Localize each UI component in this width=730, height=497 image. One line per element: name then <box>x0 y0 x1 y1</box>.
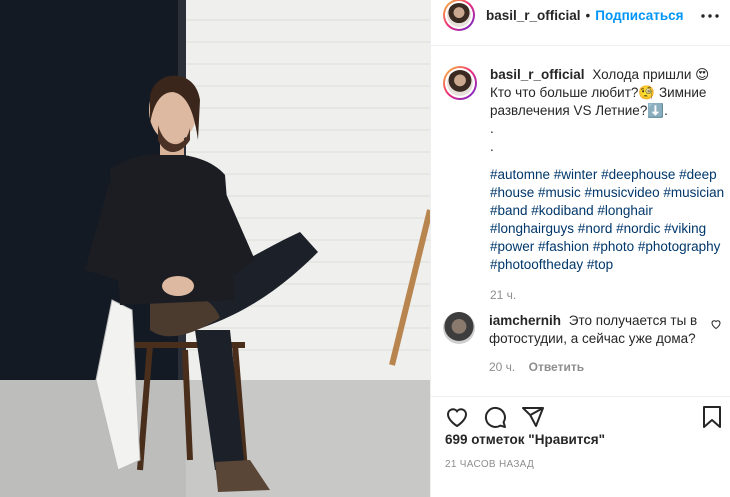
follow-button[interactable]: Подписаться <box>595 8 683 23</box>
comment-meta: 20 ч. Ответить <box>489 360 705 374</box>
commenter-avatar[interactable] <box>443 312 475 344</box>
photo-illustration <box>0 0 430 497</box>
caption-text: basil_r_official Холода пришли 😍 Кто что… <box>490 66 725 120</box>
save-icon[interactable] <box>701 405 723 432</box>
post-photo[interactable] <box>0 0 430 497</box>
post-details-panel: basil_r_official • Подписаться basil_r_o… <box>430 0 730 497</box>
post-header: basil_r_official • Подписаться <box>431 0 730 31</box>
comment: iamchernih Это получается ты в фотостуди… <box>443 312 725 374</box>
share-icon[interactable] <box>521 405 545 432</box>
author-avatar[interactable] <box>443 0 475 31</box>
reply-button[interactable]: Ответить <box>529 360 584 374</box>
like-icon[interactable] <box>445 405 469 432</box>
header-divider <box>431 45 730 46</box>
comment-time[interactable]: 20 ч. <box>489 360 515 374</box>
caption: basil_r_official Холода пришли 😍 Кто что… <box>443 66 725 302</box>
separator-dot: • <box>585 7 591 23</box>
caption-username[interactable]: basil_r_official <box>490 67 585 82</box>
caption-avatar[interactable] <box>443 66 477 100</box>
posted-ago[interactable]: 21 часов назад <box>445 459 534 470</box>
post: basil_r_official • Подписаться basil_r_o… <box>0 0 730 497</box>
comment-text: iamchernih Это получается ты в фотостуди… <box>489 312 705 348</box>
more-options-icon[interactable] <box>700 6 720 24</box>
caption-dot-line-2: . <box>490 139 494 154</box>
author-username[interactable]: basil_r_official <box>486 8 581 23</box>
caption-hashtags[interactable]: #automne #winter #deephouse #deep #house… <box>490 166 725 274</box>
likes-count[interactable]: 699 отметок "Нравится" <box>445 432 605 447</box>
caption-time[interactable]: 21 ч. <box>490 288 725 302</box>
commenter-username[interactable]: iamchernih <box>489 313 561 328</box>
caption-dot-line-1: . <box>490 121 494 136</box>
comment-icon[interactable] <box>483 405 507 432</box>
comment-like-icon[interactable] <box>710 318 722 333</box>
